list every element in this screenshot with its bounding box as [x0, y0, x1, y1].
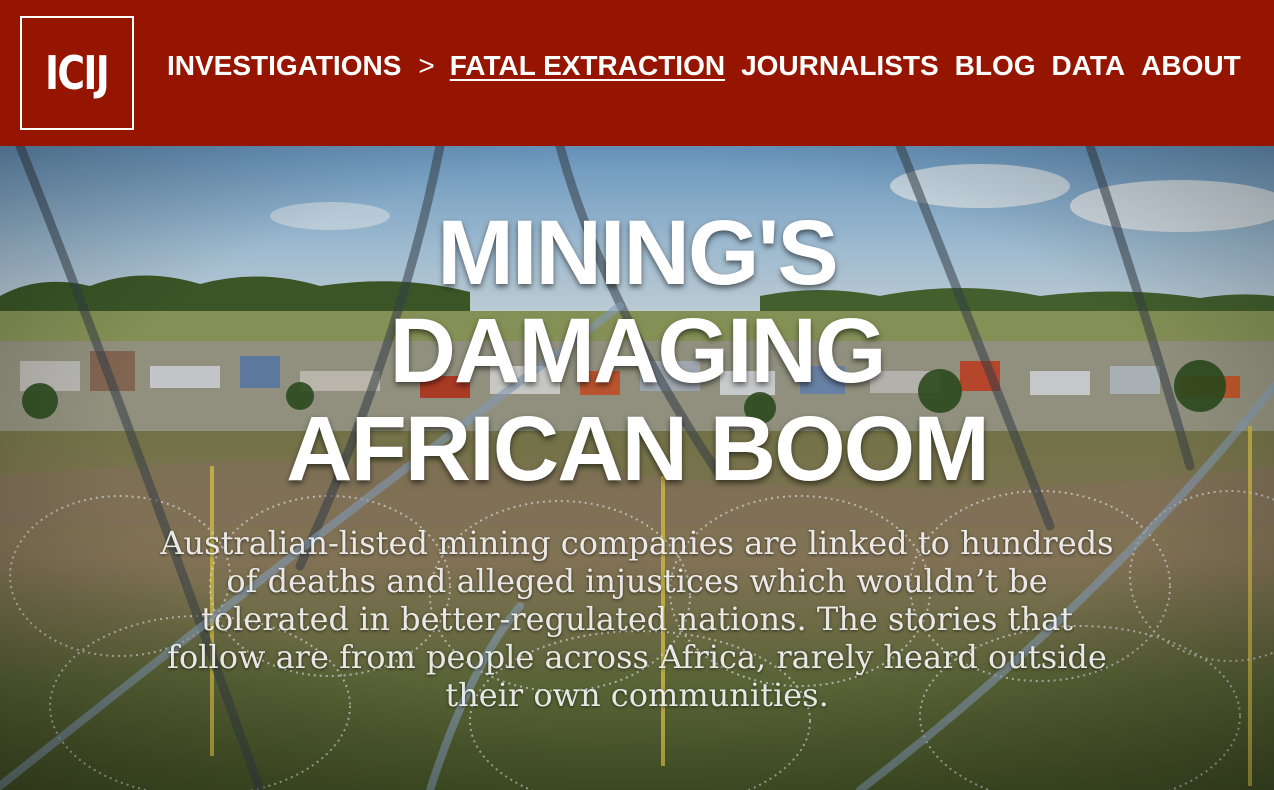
hero-section: MINING'S DAMAGING AFRICAN BOOM Australia… [0, 146, 1274, 790]
nav-link-data[interactable]: DATA [1052, 50, 1126, 82]
main-nav: INVESTIGATIONS > FATAL EXTRACTION JOURNA… [167, 44, 1241, 88]
hero-dek: Australian-listed mining companies are l… [160, 524, 1114, 714]
nav-link-investigations[interactable]: INVESTIGATIONS [167, 50, 401, 82]
site-header: ICIJ INVESTIGATIONS > FATAL EXTRACTION J… [0, 0, 1274, 146]
breadcrumb-separator: > [418, 50, 435, 81]
nav-link-journalists[interactable]: JOURNALISTS [741, 50, 939, 82]
nav-link-fatal-extraction[interactable]: FATAL EXTRACTION [450, 50, 725, 82]
headline-line: MINING'S [437, 202, 838, 304]
nav-link-blog[interactable]: BLOG [955, 50, 1036, 82]
headline-line: AFRICAN BOOM [286, 398, 990, 500]
headline-line: DAMAGING [389, 300, 886, 402]
nav-link-about[interactable]: ABOUT [1141, 50, 1241, 82]
logo-text: ICIJ [45, 46, 110, 100]
icij-logo[interactable]: ICIJ [20, 16, 134, 130]
hero-headline: MINING'S DAMAGING AFRICAN BOOM [0, 204, 1274, 498]
